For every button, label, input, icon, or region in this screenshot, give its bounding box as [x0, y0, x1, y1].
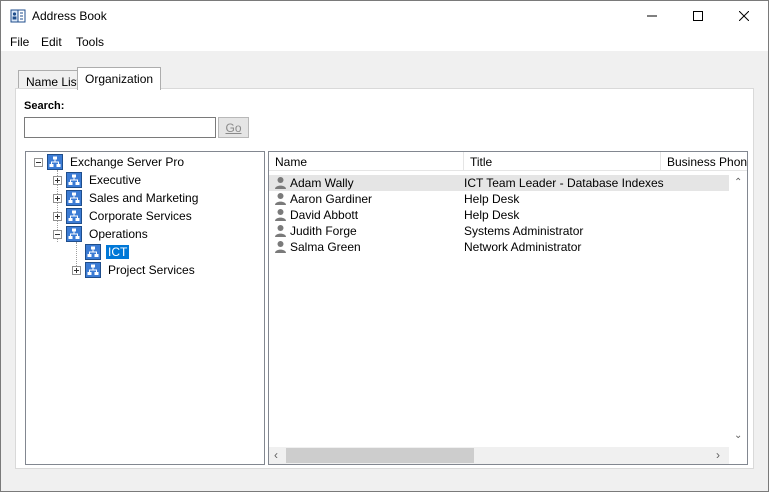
org-chart-icon	[66, 190, 82, 206]
tree-label-project-services: Project Services	[108, 263, 195, 277]
org-chart-icon	[85, 262, 101, 278]
person-icon	[275, 209, 286, 221]
menu-file[interactable]: File	[10, 35, 29, 49]
list-header: Name Title Business Phone	[269, 152, 747, 171]
expand-icon[interactable]	[72, 265, 81, 275]
menu-bar: File Edit Tools	[1, 31, 768, 51]
column-header-name[interactable]: Name	[269, 152, 464, 171]
menu-edit[interactable]: Edit	[41, 35, 62, 49]
go-button[interactable]: Go	[218, 117, 249, 138]
window-title: Address Book	[32, 9, 107, 23]
list-row[interactable]: Judith Forge Systems Administrator	[269, 223, 729, 239]
tree-node-root[interactable]: Exchange Server Pro	[34, 153, 186, 171]
organization-tree[interactable]: Exchange Server Pro Executive Sales and …	[25, 151, 265, 465]
tree-node-sales-marketing[interactable]: Sales and Marketing	[53, 189, 200, 207]
collapse-icon[interactable]	[34, 157, 43, 167]
cell-name: David Abbott	[290, 208, 359, 222]
list-row[interactable]: Adam Wally ICT Team Leader - Database In…	[269, 175, 729, 191]
members-list[interactable]: Name Title Business Phone Adam Wally ICT…	[268, 151, 748, 465]
cell-title: Systems Administrator	[464, 224, 584, 238]
cell-title: Network Administrator	[464, 240, 582, 254]
maximize-icon	[693, 11, 703, 21]
expand-icon[interactable]	[53, 211, 62, 221]
person-icon	[275, 177, 286, 189]
scroll-down-icon[interactable]: ⌄	[734, 430, 742, 441]
tree-node-ict[interactable]: ICT	[85, 243, 130, 261]
org-chart-icon	[85, 244, 101, 260]
column-header-business-phone[interactable]: Business Phone	[661, 152, 747, 171]
tree-label-sales-marketing: Sales and Marketing	[89, 191, 199, 205]
organization-panel: Search: Go Exchange Server Pro Executive…	[15, 88, 754, 469]
address-book-icon	[10, 9, 26, 23]
tree-node-project-services[interactable]: Project Services	[72, 261, 197, 279]
minimize-icon	[647, 15, 657, 17]
tree-label-operations: Operations	[89, 227, 148, 241]
list-row[interactable]: David Abbott Help Desk	[269, 207, 729, 223]
cell-title: Help Desk	[464, 208, 520, 222]
close-button[interactable]	[721, 1, 767, 31]
scroll-up-icon[interactable]: ⌃	[734, 177, 742, 188]
tree-node-executive[interactable]: Executive	[53, 171, 143, 189]
collapse-icon[interactable]	[53, 229, 62, 239]
status-strip	[1, 473, 768, 491]
org-chart-icon	[66, 208, 82, 224]
search-label: Search:	[24, 100, 65, 112]
tree-label-root: Exchange Server Pro	[70, 155, 185, 169]
column-header-title[interactable]: Title	[464, 152, 661, 171]
cell-name: Salma Green	[290, 240, 361, 254]
cell-title: Help Desk	[464, 192, 520, 206]
search-input[interactable]	[24, 117, 216, 138]
tree-node-operations[interactable]: Operations	[53, 225, 150, 243]
close-icon	[739, 11, 749, 21]
title-bar[interactable]: Address Book	[1, 1, 768, 31]
address-book-window: Address Book File Edit Tools Name List O…	[0, 0, 769, 492]
horizontal-scrollbar[interactable]: ‹ ›	[269, 447, 729, 464]
expand-icon[interactable]	[53, 175, 62, 185]
scroll-right-icon[interactable]: ›	[716, 448, 720, 462]
horizontal-scroll-thumb[interactable]	[286, 448, 474, 463]
org-chart-icon	[66, 172, 82, 188]
maximize-button[interactable]	[675, 1, 721, 31]
person-icon	[275, 241, 286, 253]
person-icon	[275, 225, 286, 237]
cell-name: Aaron Gardiner	[290, 192, 373, 206]
expand-icon[interactable]	[53, 193, 62, 203]
tab-strip: Name List Organization	[1, 67, 768, 90]
tree-label-executive: Executive	[89, 173, 142, 187]
org-chart-icon	[47, 154, 63, 170]
person-icon	[275, 193, 286, 205]
cell-name: Judith Forge	[290, 224, 357, 238]
tree-label-ict: ICT	[106, 245, 130, 259]
tab-organization[interactable]: Organization	[77, 67, 162, 90]
minimize-button[interactable]	[629, 1, 675, 31]
vertical-scrollbar[interactable]: ⌃ ⌄	[729, 172, 747, 448]
menu-tools[interactable]: Tools	[76, 35, 104, 49]
list-row[interactable]: Aaron Gardiner Help Desk	[269, 191, 729, 207]
list-row[interactable]: Salma Green Network Administrator	[269, 239, 729, 255]
cell-title: ICT Team Leader - Database Indexes	[464, 176, 664, 190]
tree-node-corporate-services[interactable]: Corporate Services	[53, 207, 194, 225]
org-chart-icon	[66, 226, 82, 242]
scroll-left-icon[interactable]: ‹	[274, 448, 278, 462]
cell-name: Adam Wally	[290, 176, 354, 190]
tree-label-corporate-services: Corporate Services	[89, 209, 192, 223]
